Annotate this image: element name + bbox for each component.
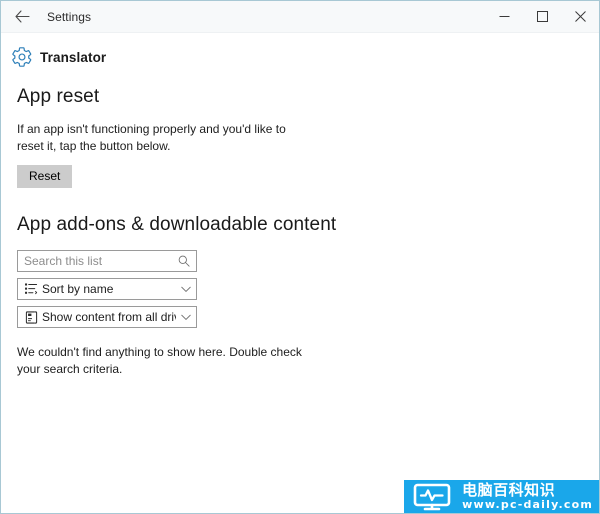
watermark: 电脑百科知识 www.pc-daily.com: [404, 480, 599, 513]
settings-content: App reset If an app isn't functioning pr…: [1, 68, 599, 378]
settings-window: Settings Translator App reset If an app …: [0, 0, 600, 514]
maximize-button[interactable]: [523, 1, 561, 32]
reset-button[interactable]: Reset: [17, 165, 73, 188]
window-title: Settings: [47, 9, 92, 24]
addons-heading: App add-ons & downloadable content: [17, 214, 337, 235]
watermark-url: www.pc-daily.com: [462, 498, 593, 511]
watermark-text: 电脑百科知识 www.pc-daily.com: [460, 480, 599, 513]
empty-results-message: We couldn't find anything to show here. …: [17, 345, 302, 376]
gear-icon: [11, 46, 33, 68]
search-input[interactable]: Search this list: [17, 250, 197, 272]
search-icon[interactable]: [175, 255, 193, 267]
minimize-button[interactable]: [485, 1, 523, 32]
back-button[interactable]: [1, 1, 43, 32]
window-controls: [485, 1, 599, 32]
app-name: Translator: [40, 49, 107, 65]
close-button[interactable]: [561, 1, 599, 32]
watermark-chinese: 电脑百科知识: [462, 481, 556, 499]
app-header: Translator: [1, 33, 599, 68]
title-bar: Settings: [1, 1, 599, 33]
sort-list-icon: [21, 283, 41, 295]
drives-dropdown-value: Show content from all drives: [42, 310, 176, 324]
chevron-down-icon[interactable]: [176, 314, 196, 321]
app-reset-heading: App reset: [17, 86, 100, 107]
drives-dropdown[interactable]: Show content from all drives: [17, 306, 197, 328]
sort-dropdown[interactable]: Sort by name: [17, 278, 197, 300]
app-reset-description: If an app isn't functioning properly and…: [17, 122, 286, 153]
chevron-down-icon[interactable]: [176, 286, 196, 293]
monitor-pulse-icon: [404, 480, 461, 513]
drive-icon: [21, 310, 41, 324]
sort-dropdown-value: Sort by name: [42, 282, 114, 296]
search-placeholder: Search this list: [24, 254, 103, 268]
